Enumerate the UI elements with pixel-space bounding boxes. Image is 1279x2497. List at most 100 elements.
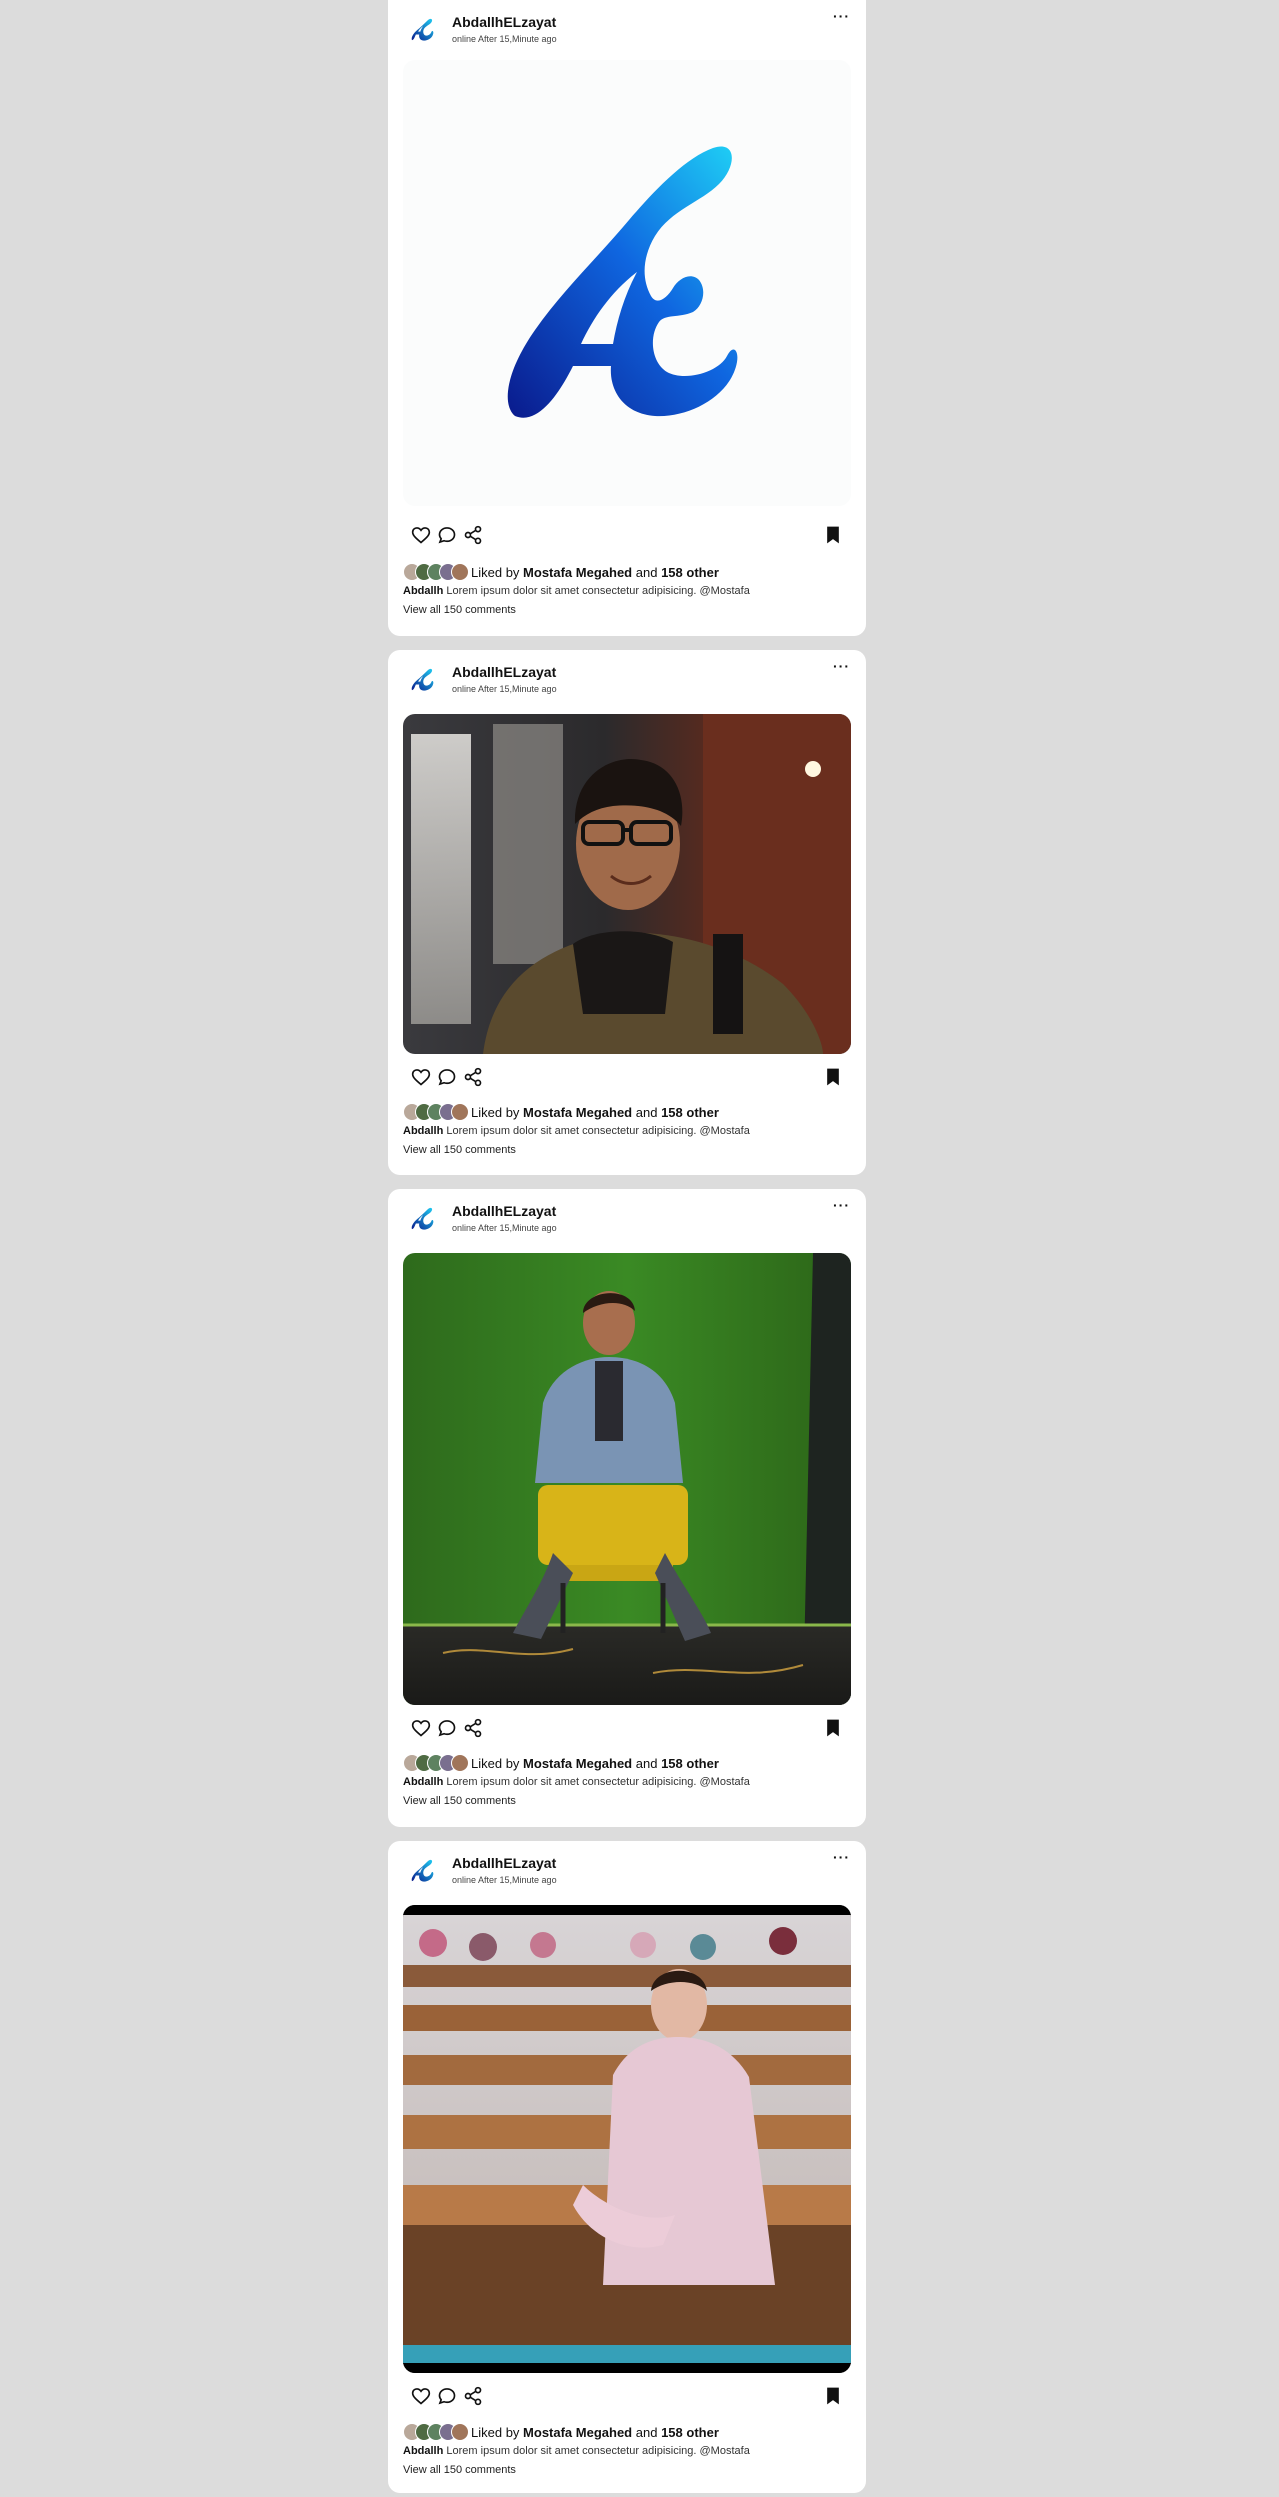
more-icon[interactable]: ···	[833, 1197, 850, 1213]
heart-icon[interactable]	[410, 2385, 432, 2407]
avatar[interactable]	[404, 1201, 440, 1237]
share-icon[interactable]	[462, 1066, 484, 1088]
online-status: online After 15,Minute ago	[452, 1223, 557, 1233]
online-status: online After 15,Minute ago	[452, 1875, 557, 1885]
view-comments-link[interactable]: View all 150 comments	[403, 1144, 851, 1156]
liked-by-prefix: Liked by	[471, 2424, 520, 2440]
post-image	[403, 1253, 851, 1705]
heart-icon[interactable]	[410, 524, 432, 546]
post-card: AbdallhELzayat online After 15,Minute ag…	[388, 1189, 866, 1827]
liked-by-count[interactable]: 158 other	[661, 1756, 719, 1771]
liked-by-prefix: Liked by	[471, 564, 520, 580]
bookmark-icon[interactable]	[822, 1066, 844, 1088]
online-status: online After 15,Minute ago	[452, 684, 557, 694]
caption: Abdallh Lorem ipsum dolor sit amet conse…	[403, 585, 851, 597]
caption: Abdallh Lorem ipsum dolor sit amet conse…	[403, 1776, 851, 1788]
liker-avatars[interactable]	[403, 563, 469, 581]
more-icon[interactable]: ···	[833, 1849, 850, 1865]
likes-row: Liked by Mostafa Megahed and 158 other	[403, 1102, 851, 1122]
post-actions	[410, 1717, 844, 1741]
post-header: AbdallhELzayat online After 15,Minute ag…	[404, 1849, 850, 1891]
view-comments-link[interactable]: View all 150 comments	[403, 604, 851, 616]
heart-icon[interactable]	[410, 1717, 432, 1739]
view-comments-link[interactable]: View all 150 comments	[403, 2464, 851, 2476]
liked-by-name[interactable]: Mostafa Megahed	[523, 1756, 632, 1771]
liked-by-and: and	[635, 2424, 658, 2440]
ae-logo-icon	[411, 668, 434, 691]
post-card: AbdallhELzayat online After 15,Minute ag…	[388, 0, 866, 636]
caption-text: Lorem ipsum dolor sit amet consectetur a…	[446, 2445, 750, 2457]
liked-by-and: and	[635, 564, 658, 580]
username[interactable]: AbdallhELzayat	[452, 664, 556, 680]
caption-text: Lorem ipsum dolor sit amet consectetur a…	[446, 1125, 750, 1137]
username[interactable]: AbdallhELzayat	[452, 1855, 556, 1871]
share-icon[interactable]	[462, 2385, 484, 2407]
ae-logo-icon	[411, 1207, 434, 1230]
caption-text: Lorem ipsum dolor sit amet consectetur a…	[446, 585, 750, 597]
more-icon[interactable]: ···	[833, 8, 850, 24]
post-card: AbdallhELzayat online After 15,Minute ag…	[388, 1841, 866, 2493]
post-image	[403, 714, 851, 1054]
liked-by-and: and	[635, 1755, 658, 1771]
username[interactable]: AbdallhELzayat	[452, 1203, 556, 1219]
post-header: AbdallhELzayat online After 15,Minute ag…	[404, 1197, 850, 1239]
likes-row: Liked by Mostafa Megahed and 158 other	[403, 1753, 851, 1773]
ae-logo-icon	[411, 1859, 434, 1882]
share-icon[interactable]	[462, 524, 484, 546]
ae-logo-image	[507, 146, 738, 418]
liker-avatars[interactable]	[403, 2423, 469, 2441]
caption-username[interactable]: Abdallh	[403, 1125, 443, 1137]
avatar	[451, 1103, 469, 1121]
liker-avatars[interactable]	[403, 1103, 469, 1121]
username[interactable]: AbdallhELzayat	[452, 14, 556, 30]
liked-by-and: and	[635, 1104, 658, 1120]
more-icon[interactable]: ···	[833, 658, 850, 674]
bookmark-icon[interactable]	[822, 524, 844, 546]
post-header: AbdallhELzayat online After 15,Minute ag…	[404, 658, 850, 700]
caption-username[interactable]: Abdallh	[403, 1776, 443, 1788]
heart-icon[interactable]	[410, 1066, 432, 1088]
photo-chair	[403, 1253, 851, 1705]
caption-text: Lorem ipsum dolor sit amet consectetur a…	[446, 1776, 750, 1788]
liked-by-prefix: Liked by	[471, 1755, 520, 1771]
liked-by-prefix: Liked by	[471, 1104, 520, 1120]
liked-by-count[interactable]: 158 other	[661, 2425, 719, 2440]
avatar[interactable]	[404, 12, 440, 48]
share-icon[interactable]	[462, 1717, 484, 1739]
avatar[interactable]	[404, 1853, 440, 1889]
post-actions	[410, 524, 844, 548]
liker-avatars[interactable]	[403, 1754, 469, 1772]
bookmark-icon[interactable]	[822, 1717, 844, 1739]
post-actions	[410, 2385, 844, 2409]
bookmark-icon[interactable]	[822, 2385, 844, 2407]
likes-row: Liked by Mostafa Megahed and 158 other	[403, 2422, 851, 2442]
photo-selfie	[403, 714, 851, 1054]
post-image	[403, 60, 851, 506]
caption: Abdallh Lorem ipsum dolor sit amet conse…	[403, 2445, 851, 2457]
caption-username[interactable]: Abdallh	[403, 585, 443, 597]
ae-logo-icon	[411, 18, 434, 41]
online-status: online After 15,Minute ago	[452, 34, 557, 44]
post-card: AbdallhELzayat online After 15,Minute ag…	[388, 650, 866, 1175]
likes-row: Liked by Mostafa Megahed and 158 other	[403, 562, 851, 582]
post-actions	[410, 1066, 844, 1090]
post-header: AbdallhELzayat online After 15,Minute ag…	[404, 8, 850, 50]
liked-by-count[interactable]: 158 other	[661, 565, 719, 580]
view-comments-link[interactable]: View all 150 comments	[403, 1795, 851, 1807]
avatar	[451, 1754, 469, 1772]
comment-icon[interactable]	[436, 1717, 458, 1739]
liked-by-name[interactable]: Mostafa Megahed	[523, 1105, 632, 1120]
caption-username[interactable]: Abdallh	[403, 2445, 443, 2457]
comment-icon[interactable]	[436, 524, 458, 546]
avatar	[451, 563, 469, 581]
post-image	[403, 1905, 851, 2373]
liked-by-name[interactable]: Mostafa Megahed	[523, 2425, 632, 2440]
liked-by-name[interactable]: Mostafa Megahed	[523, 565, 632, 580]
comment-icon[interactable]	[436, 1066, 458, 1088]
comment-icon[interactable]	[436, 2385, 458, 2407]
avatar	[451, 2423, 469, 2441]
caption: Abdallh Lorem ipsum dolor sit amet conse…	[403, 1125, 851, 1137]
liked-by-count[interactable]: 158 other	[661, 1105, 719, 1120]
photo-classroom	[403, 1905, 851, 2373]
avatar[interactable]	[404, 662, 440, 698]
